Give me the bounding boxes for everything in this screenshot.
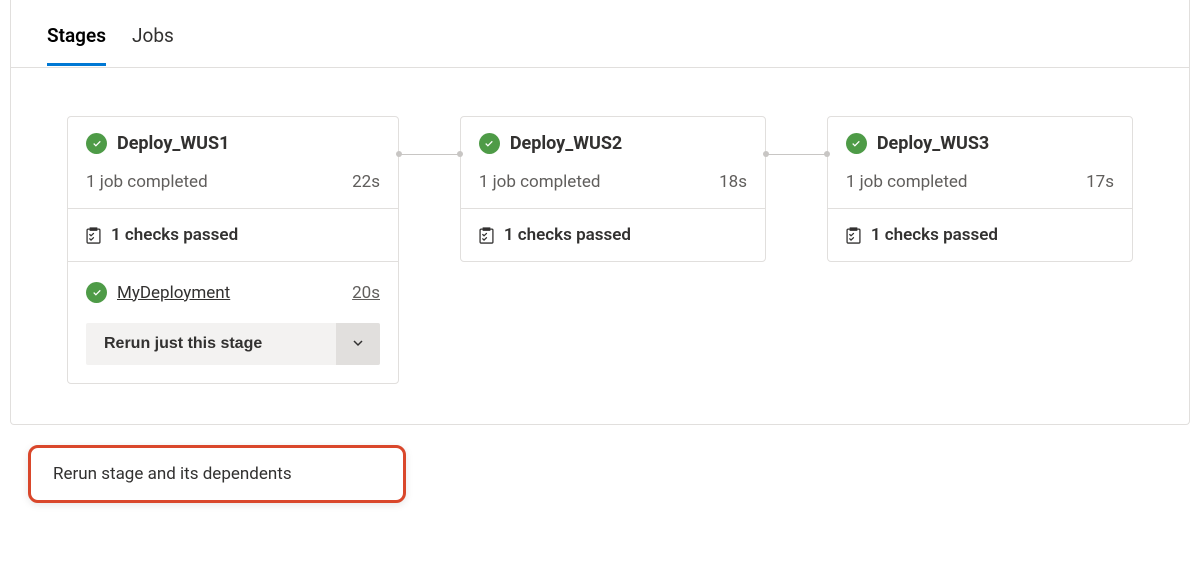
menu-item-rerun-dependents[interactable]: Rerun stage and its dependents	[53, 464, 381, 484]
rerun-dropdown-toggle[interactable]	[336, 323, 380, 365]
stage-title: Deploy_WUS1	[117, 133, 229, 154]
stage-status-row: 1 job completed 17s	[828, 162, 1132, 208]
checklist-icon	[846, 227, 861, 243]
rerun-button-group: Rerun just this stage	[68, 323, 398, 383]
stage-header: Deploy_WUS1	[68, 117, 398, 162]
stage-checks-text: 1 checks passed	[504, 225, 631, 245]
stage-connector	[399, 154, 460, 155]
stage-card[interactable]: Deploy_WUS3 1 job completed 17s 1 checks…	[827, 116, 1133, 262]
checklist-icon	[86, 227, 101, 243]
stage-status-text: 1 job completed	[86, 172, 208, 192]
stage-checks-row: 1 checks passed	[461, 208, 765, 261]
stage-header: Deploy_WUS2	[461, 117, 765, 162]
stage-duration: 17s	[1086, 172, 1114, 192]
success-icon	[86, 282, 107, 303]
stage-card[interactable]: Deploy_WUS2 1 job completed 18s 1 checks…	[460, 116, 766, 262]
tab-stages[interactable]: Stages	[47, 0, 106, 68]
stage-title: Deploy_WUS2	[510, 133, 622, 154]
stage-header: Deploy_WUS3	[828, 117, 1132, 162]
stage-status-text: 1 job completed	[479, 172, 601, 192]
rerun-stage-button[interactable]: Rerun just this stage	[86, 323, 336, 365]
success-icon	[479, 133, 500, 154]
stage-expanded-section: MyDeployment 20s Rerun just this stage	[68, 261, 398, 383]
stage-checks-text: 1 checks passed	[111, 225, 238, 245]
deployment-duration-link[interactable]: 20s	[352, 283, 380, 303]
stage-duration: 22s	[352, 172, 380, 192]
stage-title: Deploy_WUS3	[877, 133, 989, 154]
stage-checks-row: 1 checks passed	[828, 208, 1132, 261]
stage-status-row: 1 job completed 22s	[68, 162, 398, 208]
success-icon	[86, 133, 107, 154]
pipeline-stages: Deploy_WUS1 1 job completed 22s	[11, 68, 1189, 424]
tab-jobs[interactable]: Jobs	[132, 0, 174, 68]
stage-wrap: Deploy_WUS1 1 job completed 22s	[67, 116, 399, 384]
pipeline-panel: Stages Jobs Deploy_WUS1 1 job completed …	[10, 0, 1190, 425]
deployment-name-link[interactable]: MyDeployment	[117, 283, 342, 303]
stage-duration: 18s	[719, 172, 747, 192]
rerun-dropdown-menu: Rerun stage and its dependents	[28, 445, 406, 503]
stage-status-row: 1 job completed 18s	[461, 162, 765, 208]
tab-bar: Stages Jobs	[11, 0, 1189, 68]
success-icon	[846, 133, 867, 154]
deployment-row[interactable]: MyDeployment 20s	[68, 262, 398, 323]
chevron-down-icon	[352, 337, 364, 352]
stage-card[interactable]: Deploy_WUS1 1 job completed 22s	[67, 116, 399, 384]
stage-checks-text: 1 checks passed	[871, 225, 998, 245]
stage-status-text: 1 job completed	[846, 172, 968, 192]
checklist-icon	[479, 227, 494, 243]
stage-checks-row: 1 checks passed	[68, 208, 398, 261]
stage-connector	[766, 154, 827, 155]
